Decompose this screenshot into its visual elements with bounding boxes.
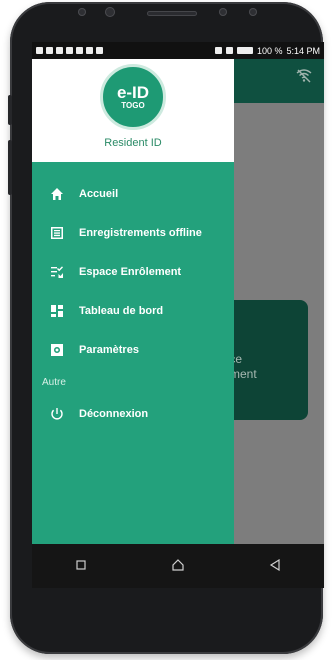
home-icon	[49, 186, 65, 202]
menu-item-espace-enrolement[interactable]: Espace Enrôlement	[32, 252, 234, 291]
list-icon	[49, 225, 65, 241]
wifi-off-icon[interactable]	[296, 69, 312, 88]
menu-item-label: Espace Enrôlement	[79, 265, 182, 278]
sensor-dot	[249, 8, 257, 16]
navigation-drawer: e-ID TOGO Resident ID Accueil Enregistre…	[32, 59, 234, 588]
home-button[interactable]	[163, 558, 193, 574]
power-icon	[49, 406, 65, 422]
notification-icon	[96, 47, 103, 54]
side-button	[8, 95, 12, 125]
checklist-icon	[49, 264, 65, 280]
menu-item-label: Paramètres	[79, 343, 139, 356]
eid-togo-logo: e-ID TOGO	[100, 64, 166, 130]
battery-percent: 100 %	[256, 45, 283, 56]
battery-icon	[236, 47, 253, 54]
sensor-dot	[78, 8, 86, 16]
logo-main-text: e-ID	[116, 83, 150, 102]
menu-item-label: Tableau de bord	[79, 304, 164, 317]
signal-icon	[225, 47, 233, 54]
drawer-menu: Accueil Enregistrements offline Espace E…	[32, 174, 234, 369]
recents-button[interactable]	[66, 559, 96, 573]
screen: 100 % 5:14 PM space rôlement e-ID TOGO R…	[32, 42, 324, 588]
menu-item-label: Accueil	[79, 187, 119, 200]
drawer-header: e-ID TOGO Resident ID	[32, 59, 234, 162]
volume-button	[8, 140, 12, 195]
front-camera	[105, 7, 115, 17]
notification-icon	[76, 47, 83, 54]
notification-icon	[36, 47, 43, 54]
section-label-autre: Autre	[42, 377, 66, 388]
back-button[interactable]	[260, 558, 290, 574]
earpiece-speaker	[147, 11, 197, 16]
menu-item-label: Enregistrements offline	[79, 226, 202, 239]
status-notification-icons	[36, 47, 103, 54]
menu-item-tableau-de-bord[interactable]: Tableau de bord	[32, 291, 234, 330]
clock: 5:14 PM	[286, 45, 320, 56]
notification-icon	[86, 47, 93, 54]
system-navigation-bar	[32, 544, 324, 588]
menu-item-parametres[interactable]: Paramètres	[32, 330, 234, 369]
menu-item-accueil[interactable]: Accueil	[32, 174, 234, 213]
settings-icon	[49, 342, 65, 358]
logo-sub-text: TOGO	[121, 101, 145, 110]
dashboard-icon	[49, 303, 65, 319]
status-bar: 100 % 5:14 PM	[32, 42, 324, 59]
notification-icon	[56, 47, 63, 54]
notification-icon	[66, 47, 73, 54]
notification-icon	[46, 47, 53, 54]
menu-item-deconnexion[interactable]: Déconnexion	[32, 394, 234, 433]
bluetooth-icon	[214, 47, 222, 54]
menu-item-enregistrements-offline[interactable]: Enregistrements offline	[32, 213, 234, 252]
menu-item-label: Déconnexion	[79, 407, 149, 420]
sensor-dot	[219, 8, 227, 16]
drawer-header-title: Resident ID	[104, 137, 162, 149]
